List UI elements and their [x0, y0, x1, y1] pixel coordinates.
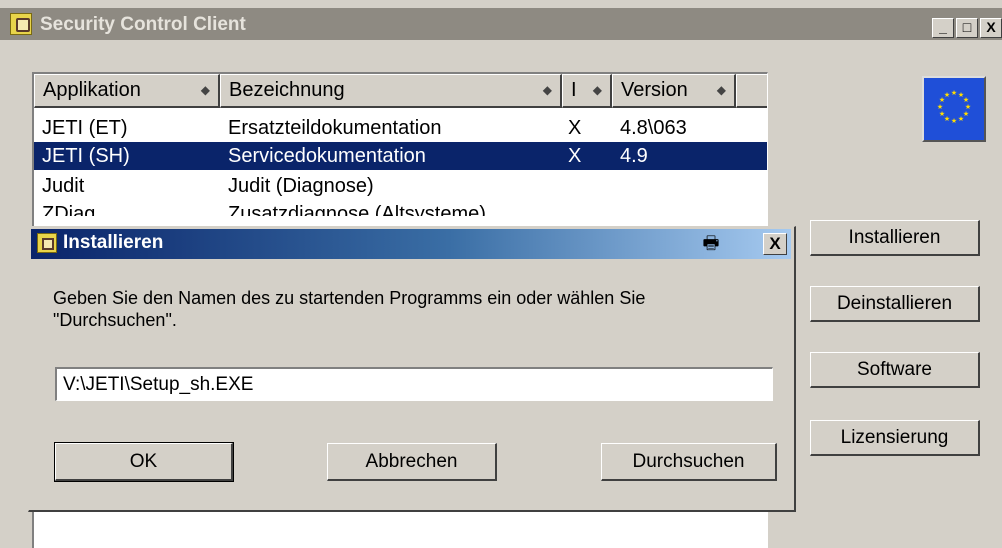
- dialog-title: Installieren: [63, 232, 164, 253]
- cell-bezeichnung: Zusatzdiagnose (Altsysteme): [228, 203, 486, 216]
- sort-icon: ◆: [592, 83, 602, 97]
- column-header-applikation[interactable]: Applikation ◆: [34, 74, 220, 108]
- eu-stars: ★ ★ ★ ★ ★ ★ ★ ★ ★ ★ ★ ★: [937, 89, 971, 125]
- sort-icon: ◆: [542, 83, 552, 97]
- printer-icon[interactable]: 🖶: [699, 233, 723, 253]
- column-header-label: Applikation: [43, 79, 141, 101]
- browse-button[interactable]: Durchsuchen: [601, 443, 777, 481]
- svg-text:★: ★: [951, 117, 957, 125]
- column-header-i[interactable]: I ◆: [562, 74, 612, 108]
- list-row[interactable]: Judit Judit (Diagnose): [34, 172, 767, 200]
- list-row-selected[interactable]: JETI (SH) Servicedokumentation X 4.9: [34, 142, 767, 170]
- sort-icon: ◆: [716, 83, 726, 97]
- cell-applikation: JETI (ET): [42, 117, 128, 139]
- column-header-label: Bezeichnung: [229, 79, 345, 101]
- svg-text:★: ★: [944, 91, 950, 99]
- column-header-label: I: [571, 79, 577, 101]
- sort-icon: ◆: [200, 83, 210, 97]
- license-button[interactable]: Lizensierung: [810, 420, 980, 456]
- cell-applikation: ZDiag: [42, 203, 96, 216]
- install-button[interactable]: Installieren: [810, 220, 980, 256]
- window-title: Security Control Client: [40, 14, 246, 35]
- software-button[interactable]: Software: [810, 352, 980, 388]
- dialog-close-button[interactable]: X: [763, 233, 787, 255]
- list-row[interactable]: ZDiag Zusatzdiagnose (Altsysteme): [34, 200, 767, 216]
- cell-bezeichnung: Ersatzteildokumentation: [228, 117, 442, 139]
- cancel-button[interactable]: Abbrechen: [327, 443, 497, 481]
- eu-flag-icon[interactable]: ★ ★ ★ ★ ★ ★ ★ ★ ★ ★ ★ ★: [922, 76, 986, 142]
- list-header: Applikation ◆ Bezeichnung ◆ I ◆ Version …: [34, 74, 767, 108]
- dialog-message: Geben Sie den Namen des zu startenden Pr…: [53, 288, 646, 330]
- cell-applikation: JETI (SH): [42, 145, 130, 167]
- cell-version: 4.8\063: [620, 117, 687, 139]
- column-header-label: Version: [621, 79, 688, 101]
- maximize-button[interactable]: □: [956, 18, 978, 38]
- cell-i: X: [568, 117, 582, 139]
- dialog-title-bar[interactable]: Installieren 🖶 X: [31, 229, 791, 259]
- ok-button[interactable]: OK: [54, 442, 234, 482]
- cell-bezeichnung: Servicedokumentation: [228, 145, 426, 167]
- svg-text:★: ★: [937, 103, 943, 111]
- svg-text:★: ★: [939, 110, 945, 118]
- column-header-version[interactable]: Version ◆: [612, 74, 736, 108]
- list-row[interactable]: JETI (ET) Ersatzteildokumentation X 4.8\…: [34, 114, 767, 142]
- cell-bezeichnung: Judit (Diagnose): [228, 175, 374, 197]
- uninstall-button[interactable]: Deinstallieren: [810, 286, 980, 322]
- app-icon: [10, 13, 32, 35]
- install-dialog: Installieren 🖶 X Geben Sie den Namen des…: [28, 226, 796, 512]
- main-title-bar[interactable]: Security Control Client _ □ X: [0, 8, 1002, 40]
- column-header-filler: [736, 74, 767, 108]
- minimize-button[interactable]: _: [932, 18, 954, 38]
- close-button[interactable]: X: [980, 18, 1002, 38]
- column-header-bezeichnung[interactable]: Bezeichnung ◆: [220, 74, 562, 108]
- cell-version: 4.9: [620, 145, 648, 167]
- cell-i: X: [568, 145, 582, 167]
- app-icon: [37, 233, 57, 253]
- program-path-input[interactable]: [55, 367, 773, 401]
- svg-text:★: ★: [951, 89, 957, 97]
- svg-text:★: ★: [958, 115, 964, 123]
- cell-applikation: Judit: [42, 175, 85, 197]
